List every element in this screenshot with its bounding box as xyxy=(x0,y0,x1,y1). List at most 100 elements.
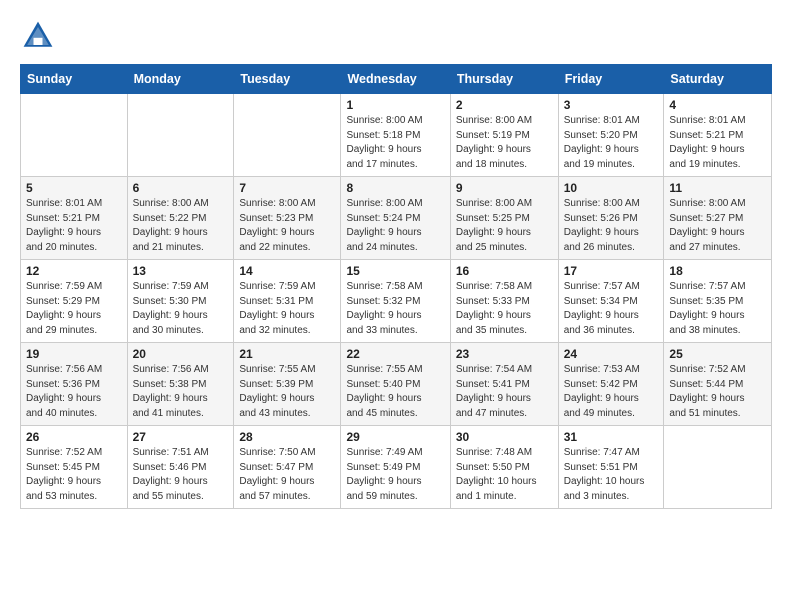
day-cell: 4 Sunrise: 8:01 AM Sunset: 5:21 PM Daylig… xyxy=(664,94,772,177)
logo xyxy=(20,18,58,54)
day-info: Sunrise: 7:47 AM Sunset: 5:51 PM Dayligh… xyxy=(564,446,659,504)
day-cell: 28 Sunrise: 7:50 AM Sunset: 5:47 PM Dayli… xyxy=(234,426,341,509)
day-number: 11 xyxy=(669,181,766,195)
day-cell: 1 Sunrise: 8:00 AM Sunset: 5:18 PM Daylig… xyxy=(341,94,450,177)
day-number: 4 xyxy=(669,98,766,112)
day-info: Sunrise: 7:56 AM Sunset: 5:36 PM Dayligh… xyxy=(26,363,122,421)
day-info: Sunrise: 7:59 AM Sunset: 5:31 PM Dayligh… xyxy=(239,280,335,338)
day-number: 26 xyxy=(26,430,122,444)
day-info: Sunrise: 7:56 AM Sunset: 5:38 PM Dayligh… xyxy=(133,363,229,421)
day-cell: 13Sunrise: 7:59 AM Sunset: 5:30 PM Dayli… xyxy=(127,260,234,343)
day-number: 16 xyxy=(456,264,553,278)
weekday-header-friday: Friday xyxy=(558,65,664,94)
day-number: 2 xyxy=(456,98,553,112)
day-info: Sunrise: 7:53 AM Sunset: 5:42 PM Dayligh… xyxy=(564,363,659,421)
day-info: Sunrise: 7:57 AM Sunset: 5:35 PM Dayligh… xyxy=(669,280,766,338)
day-number: 8 xyxy=(346,181,444,195)
week-row-1: 1 Sunrise: 8:00 AM Sunset: 5:18 PM Daylig… xyxy=(21,94,772,177)
day-info: Sunrise: 8:00 AM Sunset: 5:25 PM Dayligh… xyxy=(456,197,553,255)
day-info: Sunrise: 8:00 AM Sunset: 5:18 PM Dayligh… xyxy=(346,114,444,172)
day-cell xyxy=(127,94,234,177)
day-number: 12 xyxy=(26,264,122,278)
day-cell: 12 Sunrise: 7:59 AM Sunset: 5:29 PM Dayli… xyxy=(21,260,128,343)
day-info: Sunrise: 7:57 AM Sunset: 5:34 PM Dayligh… xyxy=(564,280,659,338)
weekday-header-tuesday: Tuesday xyxy=(234,65,341,94)
day-info: Sunrise: 7:59 AM Sunset: 5:30 PM Dayligh… xyxy=(133,280,229,338)
day-number: 28 xyxy=(239,430,335,444)
day-cell: 17 Sunrise: 7:57 AM Sunset: 5:34 PM Dayli… xyxy=(558,260,664,343)
day-info: Sunrise: 7:58 AM Sunset: 5:33 PM Dayligh… xyxy=(456,280,553,338)
day-info: Sunrise: 7:55 AM Sunset: 5:40 PM Dayligh… xyxy=(346,363,444,421)
day-number: 19 xyxy=(26,347,122,361)
logo-icon xyxy=(20,18,56,54)
day-info: Sunrise: 7:49 AM Sunset: 5:49 PM Dayligh… xyxy=(346,446,444,504)
day-number: 15 xyxy=(346,264,444,278)
day-info: Sunrise: 8:00 AM Sunset: 5:23 PM Dayligh… xyxy=(239,197,335,255)
day-cell: 24 Sunrise: 7:53 AM Sunset: 5:42 PM Dayli… xyxy=(558,343,664,426)
day-info: Sunrise: 7:55 AM Sunset: 5:39 PM Dayligh… xyxy=(239,363,335,421)
weekday-header-row: SundayMondayTuesdayWednesdayThursdayFrid… xyxy=(21,65,772,94)
day-cell xyxy=(21,94,128,177)
day-number: 22 xyxy=(346,347,444,361)
day-cell: 19 Sunrise: 7:56 AM Sunset: 5:36 PM Dayli… xyxy=(21,343,128,426)
day-cell: 5 Sunrise: 8:01 AM Sunset: 5:21 PM Daylig… xyxy=(21,177,128,260)
day-cell: 9 Sunrise: 8:00 AM Sunset: 5:25 PM Daylig… xyxy=(450,177,558,260)
day-info: Sunrise: 7:50 AM Sunset: 5:47 PM Dayligh… xyxy=(239,446,335,504)
day-number: 1 xyxy=(346,98,444,112)
day-number: 21 xyxy=(239,347,335,361)
day-info: Sunrise: 7:54 AM Sunset: 5:41 PM Dayligh… xyxy=(456,363,553,421)
day-number: 17 xyxy=(564,264,659,278)
day-info: Sunrise: 8:00 AM Sunset: 5:19 PM Dayligh… xyxy=(456,114,553,172)
day-info: Sunrise: 8:00 AM Sunset: 5:24 PM Dayligh… xyxy=(346,197,444,255)
day-cell: 23 Sunrise: 7:54 AM Sunset: 5:41 PM Dayli… xyxy=(450,343,558,426)
day-info: Sunrise: 8:00 AM Sunset: 5:26 PM Dayligh… xyxy=(564,197,659,255)
day-number: 31 xyxy=(564,430,659,444)
day-cell: 11Sunrise: 8:00 AM Sunset: 5:27 PM Dayli… xyxy=(664,177,772,260)
day-info: Sunrise: 7:58 AM Sunset: 5:32 PM Dayligh… xyxy=(346,280,444,338)
day-number: 30 xyxy=(456,430,553,444)
day-cell: 31 Sunrise: 7:47 AM Sunset: 5:51 PM Dayli… xyxy=(558,426,664,509)
day-info: Sunrise: 7:48 AM Sunset: 5:50 PM Dayligh… xyxy=(456,446,553,504)
day-cell: 30 Sunrise: 7:48 AM Sunset: 5:50 PM Dayli… xyxy=(450,426,558,509)
day-number: 14 xyxy=(239,264,335,278)
page-container: SundayMondayTuesdayWednesdayThursdayFrid… xyxy=(0,0,792,519)
day-number: 5 xyxy=(26,181,122,195)
day-number: 27 xyxy=(133,430,229,444)
page-header xyxy=(20,18,772,54)
day-info: Sunrise: 7:52 AM Sunset: 5:44 PM Dayligh… xyxy=(669,363,766,421)
day-cell: 27 Sunrise: 7:51 AM Sunset: 5:46 PM Dayli… xyxy=(127,426,234,509)
day-cell: 7Sunrise: 8:00 AM Sunset: 5:23 PM Daylig… xyxy=(234,177,341,260)
day-info: Sunrise: 8:00 AM Sunset: 5:22 PM Dayligh… xyxy=(133,197,229,255)
day-cell: 10Sunrise: 8:00 AM Sunset: 5:26 PM Dayli… xyxy=(558,177,664,260)
day-number: 6 xyxy=(133,181,229,195)
day-number: 20 xyxy=(133,347,229,361)
day-number: 23 xyxy=(456,347,553,361)
day-cell: 20 Sunrise: 7:56 AM Sunset: 5:38 PM Dayli… xyxy=(127,343,234,426)
day-cell: 25 Sunrise: 7:52 AM Sunset: 5:44 PM Dayli… xyxy=(664,343,772,426)
week-row-4: 19 Sunrise: 7:56 AM Sunset: 5:36 PM Dayli… xyxy=(21,343,772,426)
day-info: Sunrise: 7:52 AM Sunset: 5:45 PM Dayligh… xyxy=(26,446,122,504)
day-cell: 18 Sunrise: 7:57 AM Sunset: 5:35 PM Dayli… xyxy=(664,260,772,343)
day-cell: 29Sunrise: 7:49 AM Sunset: 5:49 PM Dayli… xyxy=(341,426,450,509)
day-info: Sunrise: 7:59 AM Sunset: 5:29 PM Dayligh… xyxy=(26,280,122,338)
weekday-header-wednesday: Wednesday xyxy=(341,65,450,94)
day-info: Sunrise: 8:01 AM Sunset: 5:21 PM Dayligh… xyxy=(26,197,122,255)
day-number: 9 xyxy=(456,181,553,195)
day-number: 24 xyxy=(564,347,659,361)
day-cell: 6 Sunrise: 8:00 AM Sunset: 5:22 PM Daylig… xyxy=(127,177,234,260)
day-cell: 26 Sunrise: 7:52 AM Sunset: 5:45 PM Dayli… xyxy=(21,426,128,509)
week-row-5: 26 Sunrise: 7:52 AM Sunset: 5:45 PM Dayli… xyxy=(21,426,772,509)
day-cell: 3Sunrise: 8:01 AM Sunset: 5:20 PM Daylig… xyxy=(558,94,664,177)
day-number: 25 xyxy=(669,347,766,361)
day-cell xyxy=(664,426,772,509)
day-info: Sunrise: 8:01 AM Sunset: 5:21 PM Dayligh… xyxy=(669,114,766,172)
weekday-header-monday: Monday xyxy=(127,65,234,94)
day-info: Sunrise: 7:51 AM Sunset: 5:46 PM Dayligh… xyxy=(133,446,229,504)
day-cell: 8 Sunrise: 8:00 AM Sunset: 5:24 PM Daylig… xyxy=(341,177,450,260)
day-number: 18 xyxy=(669,264,766,278)
weekday-header-saturday: Saturday xyxy=(664,65,772,94)
day-cell: 16 Sunrise: 7:58 AM Sunset: 5:33 PM Dayli… xyxy=(450,260,558,343)
day-cell: 22 Sunrise: 7:55 AM Sunset: 5:40 PM Dayli… xyxy=(341,343,450,426)
day-info: Sunrise: 8:01 AM Sunset: 5:20 PM Dayligh… xyxy=(564,114,659,172)
week-row-2: 5 Sunrise: 8:01 AM Sunset: 5:21 PM Daylig… xyxy=(21,177,772,260)
